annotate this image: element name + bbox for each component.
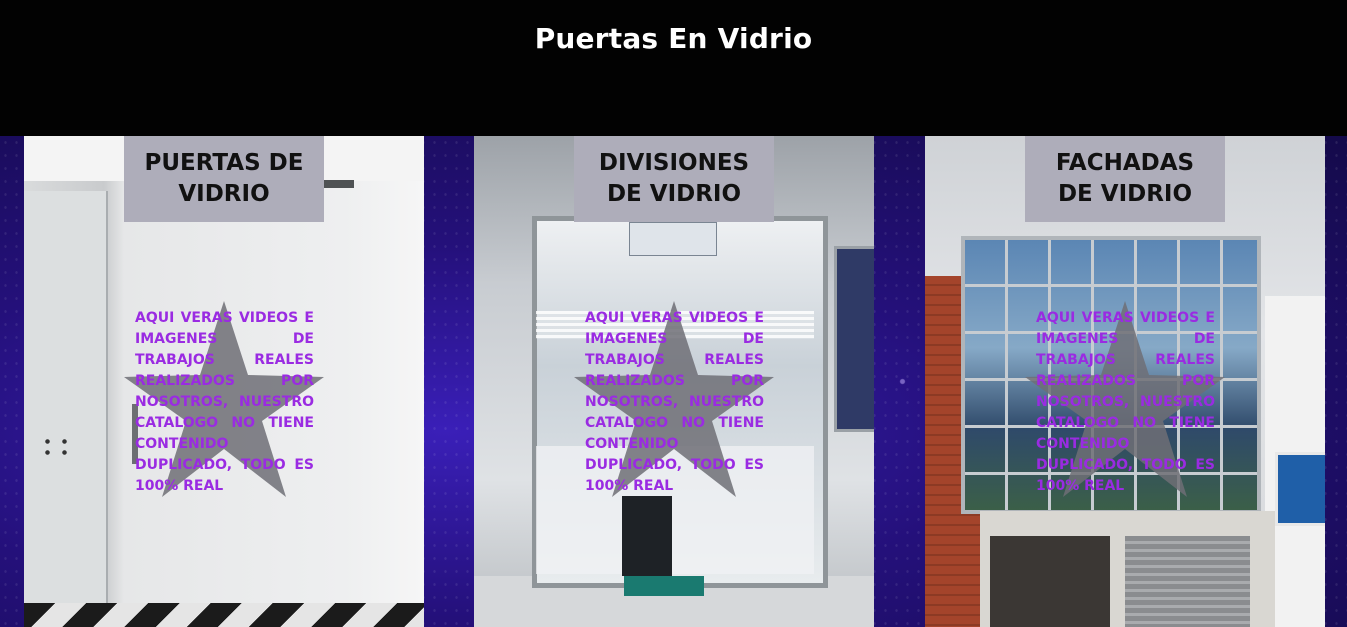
card-title: DIVISIONES DE VIDRIO xyxy=(598,150,750,207)
card-title: FACHADAS DE VIDRIO xyxy=(1055,150,1195,207)
header-bar: Puertas En Vidrio xyxy=(0,0,1347,136)
card-description: AQUI VERAS VIDEOS E IMAGENES DE TRABAJOS… xyxy=(585,310,764,494)
card-divisiones-de-vidrio[interactable]: DIVISIONES DE VIDRIO AQUI VERAS VIDEOS E… xyxy=(474,136,874,627)
card-description: AQUI VERAS VIDEOS E IMAGENES DE TRABAJOS… xyxy=(135,310,314,494)
card-description: AQUI VERAS VIDEOS E IMAGENES DE TRABAJOS… xyxy=(1036,310,1215,494)
card-title: PUERTAS DE VIDRIO xyxy=(144,150,304,207)
card-title-box: FACHADAS DE VIDRIO xyxy=(1025,136,1225,222)
card-title-box: DIVISIONES DE VIDRIO xyxy=(574,136,774,222)
card-fachadas-de-vidrio[interactable]: FACHADAS DE VIDRIO AQUI VERAS VIDEOS E I… xyxy=(925,136,1325,627)
card-puertas-de-vidrio[interactable]: PUERTAS DE VIDRIO AQUI VERAS VIDEOS E IM… xyxy=(24,136,424,627)
card-title-box: PUERTAS DE VIDRIO xyxy=(124,136,324,222)
page-title: Puertas En Vidrio xyxy=(534,22,813,55)
